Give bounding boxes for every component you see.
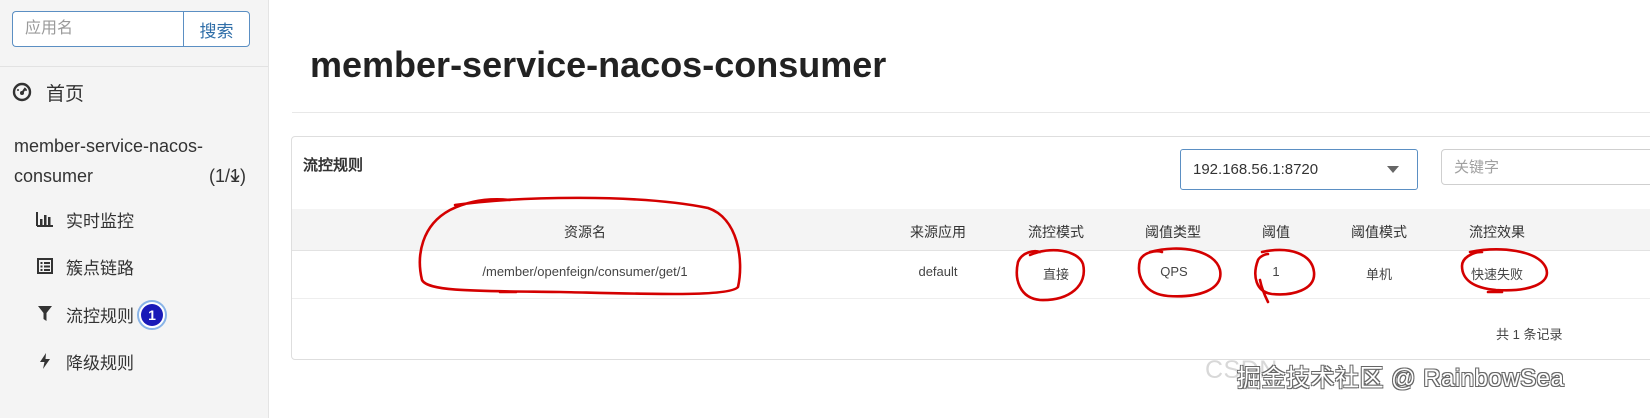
cell-threshold-type: QPS [1160, 264, 1188, 279]
column-header-control-mode: 流控模式 [1028, 224, 1084, 240]
title-divider [292, 112, 1650, 113]
watermark: CSDN 掘金技术社区 @ RainbowSea [1205, 356, 1564, 392]
caret-down-icon [1387, 166, 1399, 173]
cell-resource: /member/openfeign/consumer/get/1 [482, 264, 688, 279]
sidebar-item-home[interactable]: 首页 [12, 78, 84, 106]
sentinel-dashboard: 搜索 首页 member-service-nacos- consumer (1/… [0, 0, 1650, 418]
bolt-icon [36, 352, 54, 370]
sidebar-item-cluster-link[interactable]: 簇点链路 [36, 252, 134, 280]
sidebar-item-label: 实时监控 [66, 211, 134, 231]
sidebar-item-flow-rules[interactable]: 流控规则 [36, 300, 134, 328]
sidebar-item-label: 首页 [46, 83, 85, 105]
chevron-down-icon[interactable] [230, 163, 240, 193]
sidebar-item-label: 降级规则 [66, 353, 134, 373]
app-instance-count: (1/1) [208, 166, 246, 186]
dashboard-icon [12, 82, 32, 102]
pagination-info: 共 1 条记录 [1496, 327, 1563, 342]
filter-icon [36, 305, 54, 323]
sidebar-item-label: 簇点链路 [66, 258, 134, 278]
step-badge: 1 [137, 300, 167, 330]
column-header-threshold: 阈值 [1262, 224, 1290, 240]
sidebar-item-degrade-rules[interactable]: 降级规则 [36, 347, 134, 375]
machine-select-value: 192.168.56.1:8720 [1193, 161, 1319, 178]
sidebar-item-label: 流控规则 [66, 306, 134, 326]
panel-title: 流控规则 [303, 157, 364, 174]
cell-control-effect: 快速失败 [1470, 267, 1524, 282]
app-name-line2: consumer [14, 166, 94, 186]
cell-origin: default [918, 264, 958, 279]
machine-select[interactable]: 192.168.56.1:8720 [1180, 149, 1418, 190]
list-icon [36, 257, 54, 275]
sidebar-app-group[interactable]: member-service-nacos- consumer (1/1) [14, 131, 250, 191]
column-header-origin: 来源应用 [910, 224, 966, 240]
sidebar-divider [0, 66, 268, 67]
cell-threshold: 1 [1272, 264, 1280, 279]
column-header-resource: 资源名 [564, 224, 606, 240]
search-button[interactable]: 搜索 [183, 11, 250, 47]
cell-threshold-mode: 单机 [1365, 267, 1393, 282]
table-header [292, 209, 1650, 251]
sidebar-item-realtime-monitor[interactable]: 实时监控 [36, 205, 134, 233]
bar-chart-icon [36, 210, 54, 228]
watermark-front-text: 掘金技术社区 @ RainbowSea [1237, 365, 1565, 392]
app-name-line1: member-service-nacos- [14, 136, 204, 156]
app-search-input[interactable] [12, 11, 183, 47]
page-title: member-service-nacos-consumer [310, 44, 887, 85]
app-search: 搜索 [12, 11, 250, 47]
step-badge-number: 1 [141, 304, 163, 326]
sidebar: 搜索 首页 member-service-nacos- consumer (1/… [0, 0, 269, 418]
column-header-threshold-type: 阈值类型 [1145, 224, 1201, 240]
row-divider [292, 298, 1650, 299]
cell-control-mode: 直接 [1042, 267, 1070, 282]
column-header-threshold-mode: 阈值模式 [1351, 224, 1407, 240]
keyword-search-input[interactable] [1441, 149, 1650, 185]
column-header-control-effect: 流控效果 [1469, 224, 1525, 240]
